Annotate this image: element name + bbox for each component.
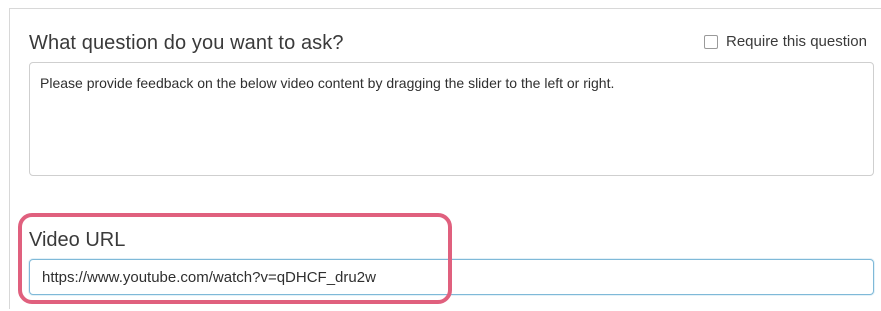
- video-url-label: Video URL: [29, 229, 126, 251]
- require-question-label: Require this question: [726, 33, 867, 50]
- video-url-input[interactable]: [29, 259, 874, 295]
- question-label: What question do you want to ask?: [29, 32, 344, 54]
- require-question-checkbox[interactable]: [704, 34, 718, 49]
- question-text-area[interactable]: Please provide feedback on the below vid…: [29, 62, 874, 176]
- require-question-toggle[interactable]: Require this question: [704, 33, 867, 50]
